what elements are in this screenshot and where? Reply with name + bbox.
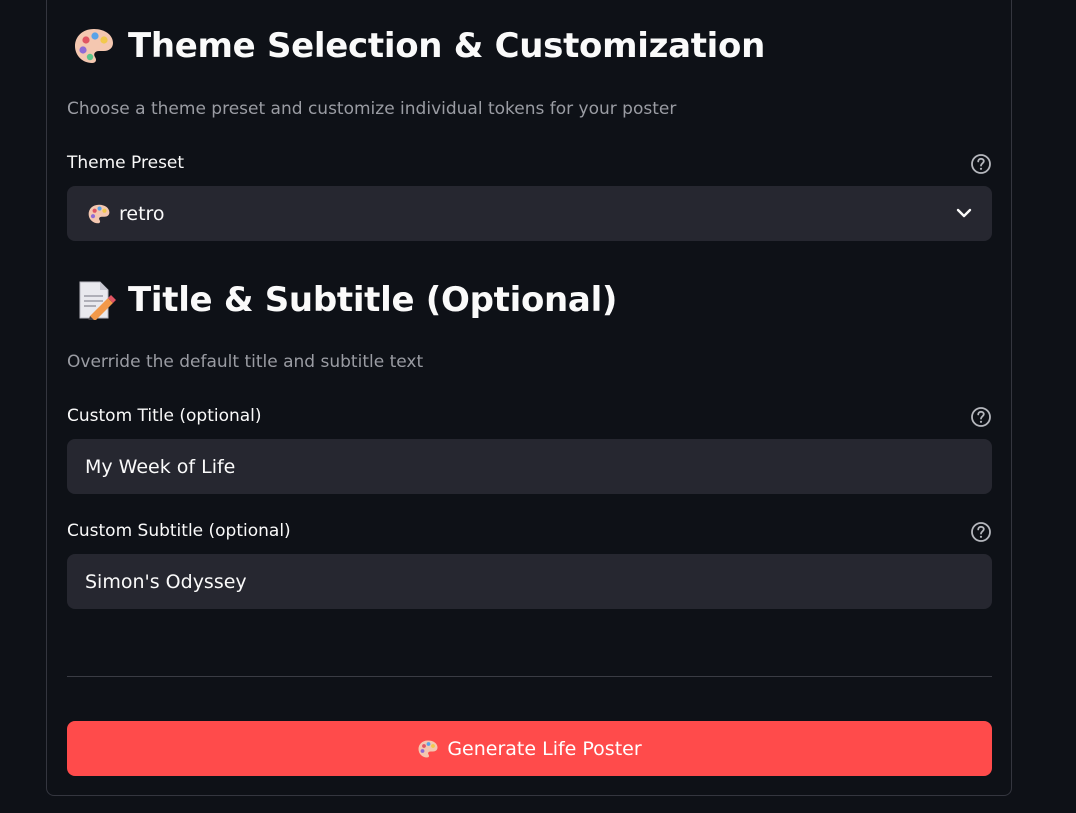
custom-subtitle-label: Custom Subtitle (optional) [67,521,291,541]
title-section-title: Title & Subtitle (Optional) [128,280,618,320]
theme-section-heading: Theme Selection & Customization [72,26,765,66]
theme-preset-value: retro [119,202,165,225]
divider [67,676,992,677]
custom-subtitle-input-wrapper [67,554,992,609]
palette-icon [88,204,110,223]
palette-icon [418,740,438,757]
custom-title-input[interactable] [67,439,992,494]
chevron-down-icon[interactable] [956,206,972,220]
theme-preset-label: Theme Preset [67,153,185,173]
help-icon[interactable] [970,406,992,428]
generate-life-poster-button[interactable]: Generate Life Poster [67,721,992,776]
memo-icon [79,281,116,320]
help-icon[interactable] [970,153,992,175]
theme-section-title: Theme Selection & Customization [128,26,765,66]
custom-subtitle-input[interactable] [67,554,992,609]
palette-icon [75,29,113,63]
generate-button-label: Generate Life Poster [447,737,642,760]
help-icon[interactable] [970,521,992,543]
title-section-heading: Title & Subtitle (Optional) [72,280,617,320]
theme-section-caption: Choose a theme preset and customize indi… [67,99,677,119]
theme-preset-select[interactable]: retro [67,186,992,241]
custom-title-label: Custom Title (optional) [67,406,262,426]
title-section-caption: Override the default title and subtitle … [67,352,424,372]
custom-title-input-wrapper [67,439,992,494]
